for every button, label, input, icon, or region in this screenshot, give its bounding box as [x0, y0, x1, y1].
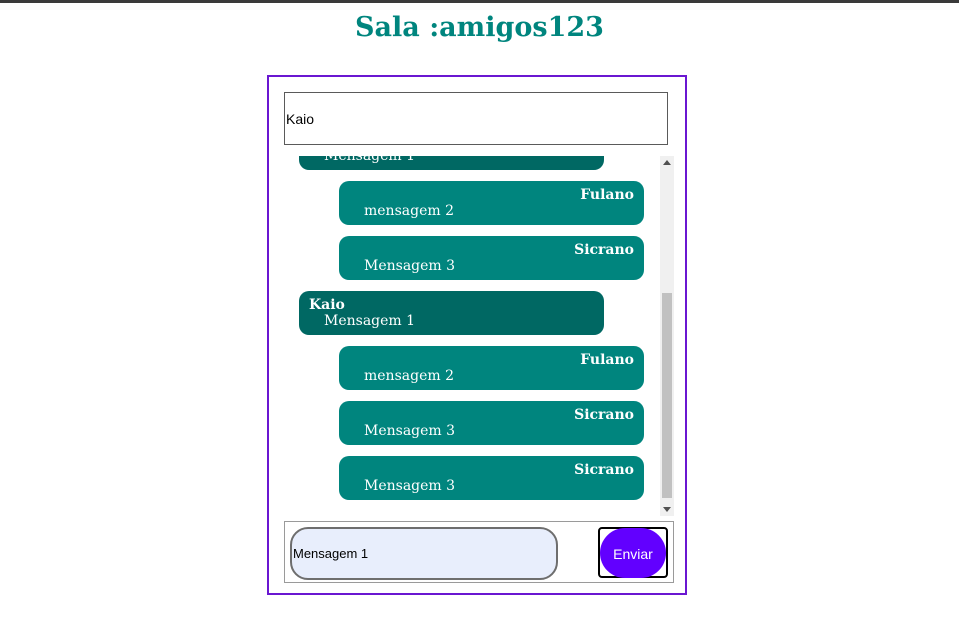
- message-author: Fulano: [580, 352, 634, 368]
- send-button[interactable]: Enviar: [600, 528, 666, 578]
- message-text: Mensagem 3: [364, 258, 456, 274]
- page-title: Sala :amigos123: [355, 12, 604, 43]
- message-item: Sicrano Mensagem 3: [339, 401, 644, 445]
- message-author: Sicrano: [574, 462, 634, 478]
- message-text: mensagem 2: [364, 368, 454, 384]
- top-bar: [0, 0, 959, 3]
- name-field[interactable]: [284, 92, 668, 145]
- message-text: mensagem 2: [364, 203, 454, 219]
- scrollbar[interactable]: [660, 156, 674, 516]
- message-list[interactable]: Mensagem 1 Fulano mensagem 2 Sicrano Men…: [284, 156, 674, 516]
- message-item: Sicrano Mensagem 3: [339, 236, 644, 280]
- message-author: Sicrano: [574, 407, 634, 423]
- message-author: Fulano: [580, 187, 634, 203]
- scroll-down-arrow-icon[interactable]: [663, 507, 671, 512]
- message-item: Sicrano Mensagem 3: [339, 456, 644, 500]
- message-author: Sicrano: [574, 242, 634, 258]
- scroll-up-arrow-icon[interactable]: [663, 160, 671, 165]
- message-author: Kaio: [309, 297, 345, 313]
- message-item: Mensagem 1: [299, 156, 604, 170]
- message-text: Mensagem 3: [364, 423, 456, 439]
- scroll-thumb[interactable]: [662, 293, 672, 498]
- message-text: Mensagem 3: [364, 478, 456, 494]
- message-item: Fulano mensagem 2: [339, 181, 644, 225]
- message-text: Mensagem 1: [324, 156, 416, 164]
- message-item: Kaio Mensagem 1: [299, 291, 604, 335]
- message-text: Mensagem 1: [324, 313, 416, 329]
- message-input[interactable]: [290, 527, 558, 580]
- message-item: Fulano mensagem 2: [339, 346, 644, 390]
